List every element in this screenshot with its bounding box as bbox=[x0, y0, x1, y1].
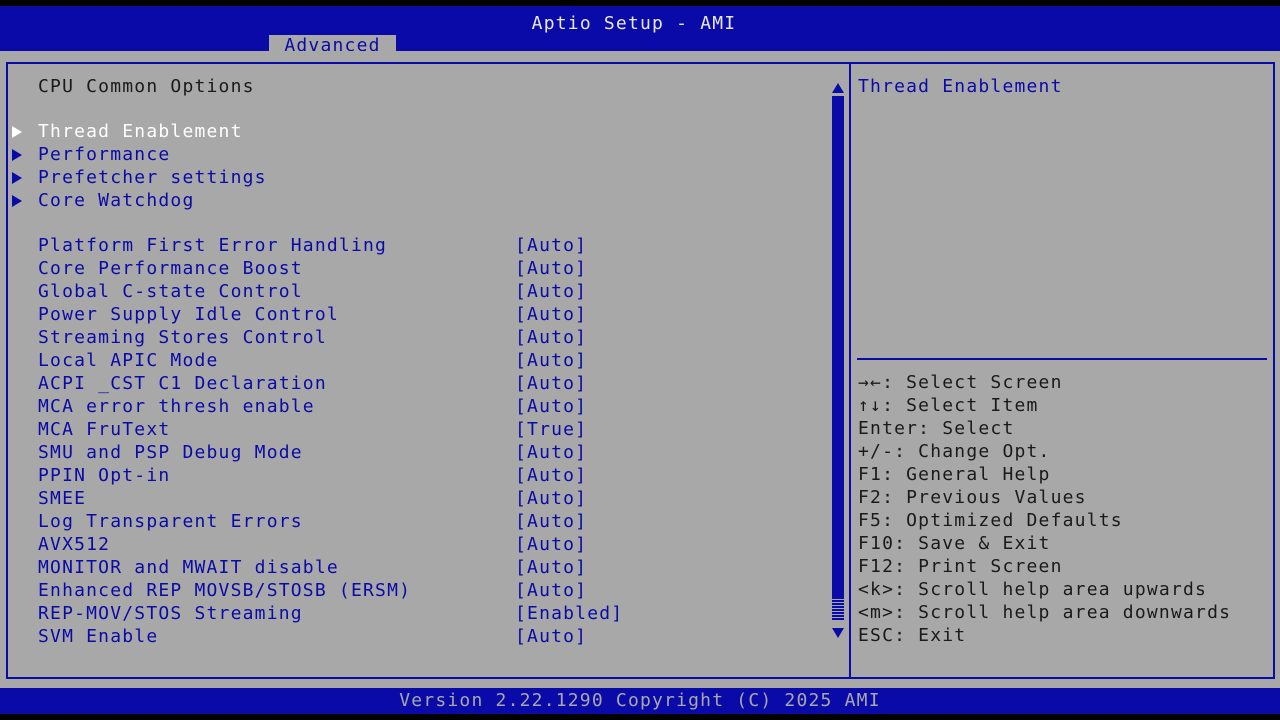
setting-value[interactable]: [Auto] bbox=[515, 326, 587, 349]
section-title: CPU Common Options bbox=[38, 76, 255, 97]
submenu-arrow-icon bbox=[12, 172, 22, 184]
setting-label: SMU and PSP Debug Mode bbox=[38, 442, 303, 463]
setting-value[interactable]: [Auto] bbox=[515, 487, 587, 510]
submenu-label: Thread Enablement bbox=[38, 121, 243, 142]
setting-label: REP-MOV/STOS Streaming bbox=[38, 603, 303, 624]
scrollbar-track[interactable] bbox=[832, 96, 844, 621]
setting-label: SMEE bbox=[38, 488, 87, 509]
scrollbar-thumb[interactable] bbox=[832, 599, 844, 621]
submenu-arrow-icon bbox=[12, 149, 22, 161]
help-key-select-item: ↑↓: Select Item bbox=[858, 395, 1039, 416]
setting-label: Platform First Error Handling bbox=[38, 235, 388, 256]
help-key-select-screen: →←: Select Screen bbox=[858, 372, 1063, 393]
help-key-f12: F12: Print Screen bbox=[858, 556, 1063, 577]
setting-value[interactable]: [True] bbox=[515, 418, 587, 441]
setting-value[interactable]: [Auto] bbox=[515, 372, 587, 395]
setting-value[interactable]: [Enabled] bbox=[515, 602, 623, 625]
version-text: Version 2.22.1290 Copyright (C) 2025 AMI bbox=[399, 690, 881, 711]
setting-value[interactable]: [Auto] bbox=[515, 395, 587, 418]
main-panel: CPU Common Options Thread Enablement Per… bbox=[0, 51, 1280, 688]
help-key-scroll-up: <k>: Scroll help area upwards bbox=[858, 579, 1208, 600]
setting-value[interactable]: [Auto] bbox=[515, 349, 587, 372]
setting-value[interactable]: [Auto] bbox=[515, 625, 587, 648]
setting-label: MCA FruText bbox=[38, 419, 171, 440]
setting-label: MONITOR and MWAIT disable bbox=[38, 557, 339, 578]
bios-screen: Aptio Setup - AMI Advanced CPU Common Op… bbox=[0, 0, 1280, 720]
setting-label: AVX512 bbox=[38, 534, 111, 555]
submenu-label: Performance bbox=[38, 144, 171, 165]
help-key-change-opt: +/-: Change Opt. bbox=[858, 441, 1051, 462]
setting-value[interactable]: [Auto] bbox=[515, 556, 587, 579]
setting-label: Global C-state Control bbox=[38, 281, 303, 302]
setting-value[interactable]: [Auto] bbox=[515, 234, 587, 257]
help-divider bbox=[857, 358, 1267, 360]
help-key-f10: F10: Save & Exit bbox=[858, 533, 1051, 554]
setting-label: ACPI _CST C1 Declaration bbox=[38, 373, 327, 394]
setting-value[interactable]: [Auto] bbox=[515, 257, 587, 280]
submenu-arrow-icon bbox=[12, 195, 22, 207]
help-key-f2: F2: Previous Values bbox=[858, 487, 1087, 508]
setting-value[interactable]: [Auto] bbox=[515, 510, 587, 533]
title-bar: Aptio Setup - AMI Advanced bbox=[0, 6, 1280, 57]
help-description: Thread Enablement bbox=[858, 76, 1063, 97]
submenu-label: Prefetcher settings bbox=[38, 167, 267, 188]
scroll-up-icon[interactable] bbox=[832, 83, 844, 93]
setting-label: Enhanced REP MOVSB/STOSB (ERSM) bbox=[38, 580, 412, 601]
setting-value[interactable]: [Auto] bbox=[515, 579, 587, 602]
setting-label: Streaming Stores Control bbox=[38, 327, 327, 348]
setting-value[interactable]: [Auto] bbox=[515, 280, 587, 303]
help-key-f5: F5: Optimized Defaults bbox=[858, 510, 1123, 531]
submenu-arrow-icon bbox=[12, 126, 22, 138]
setting-label: PPIN Opt-in bbox=[38, 465, 171, 486]
help-key-esc: ESC: Exit bbox=[858, 625, 967, 646]
setting-label: Power Supply Idle Control bbox=[38, 304, 339, 325]
setting-value[interactable]: [Auto] bbox=[515, 441, 587, 464]
submenu-label: Core Watchdog bbox=[38, 190, 195, 211]
footer-bar: Version 2.22.1290 Copyright (C) 2025 AMI bbox=[0, 688, 1280, 714]
help-key-f1: F1: General Help bbox=[858, 464, 1051, 485]
setting-label: Log Transparent Errors bbox=[38, 511, 303, 532]
setting-value[interactable]: [Auto] bbox=[515, 303, 587, 326]
setting-label: SVM Enable bbox=[38, 626, 159, 647]
setting-value[interactable]: [Auto] bbox=[515, 464, 587, 487]
setting-label: Local APIC Mode bbox=[38, 350, 219, 371]
setting-label: Core Performance Boost bbox=[38, 258, 303, 279]
setting-value[interactable]: [Auto] bbox=[515, 533, 587, 556]
setup-title: Aptio Setup - AMI bbox=[531, 13, 737, 34]
scroll-down-icon[interactable] bbox=[832, 628, 844, 638]
help-key-scroll-down: <m>: Scroll help area downwards bbox=[858, 602, 1232, 623]
help-key-enter: Enter: Select bbox=[858, 418, 1015, 439]
setting-label: MCA error thresh enable bbox=[38, 396, 315, 417]
